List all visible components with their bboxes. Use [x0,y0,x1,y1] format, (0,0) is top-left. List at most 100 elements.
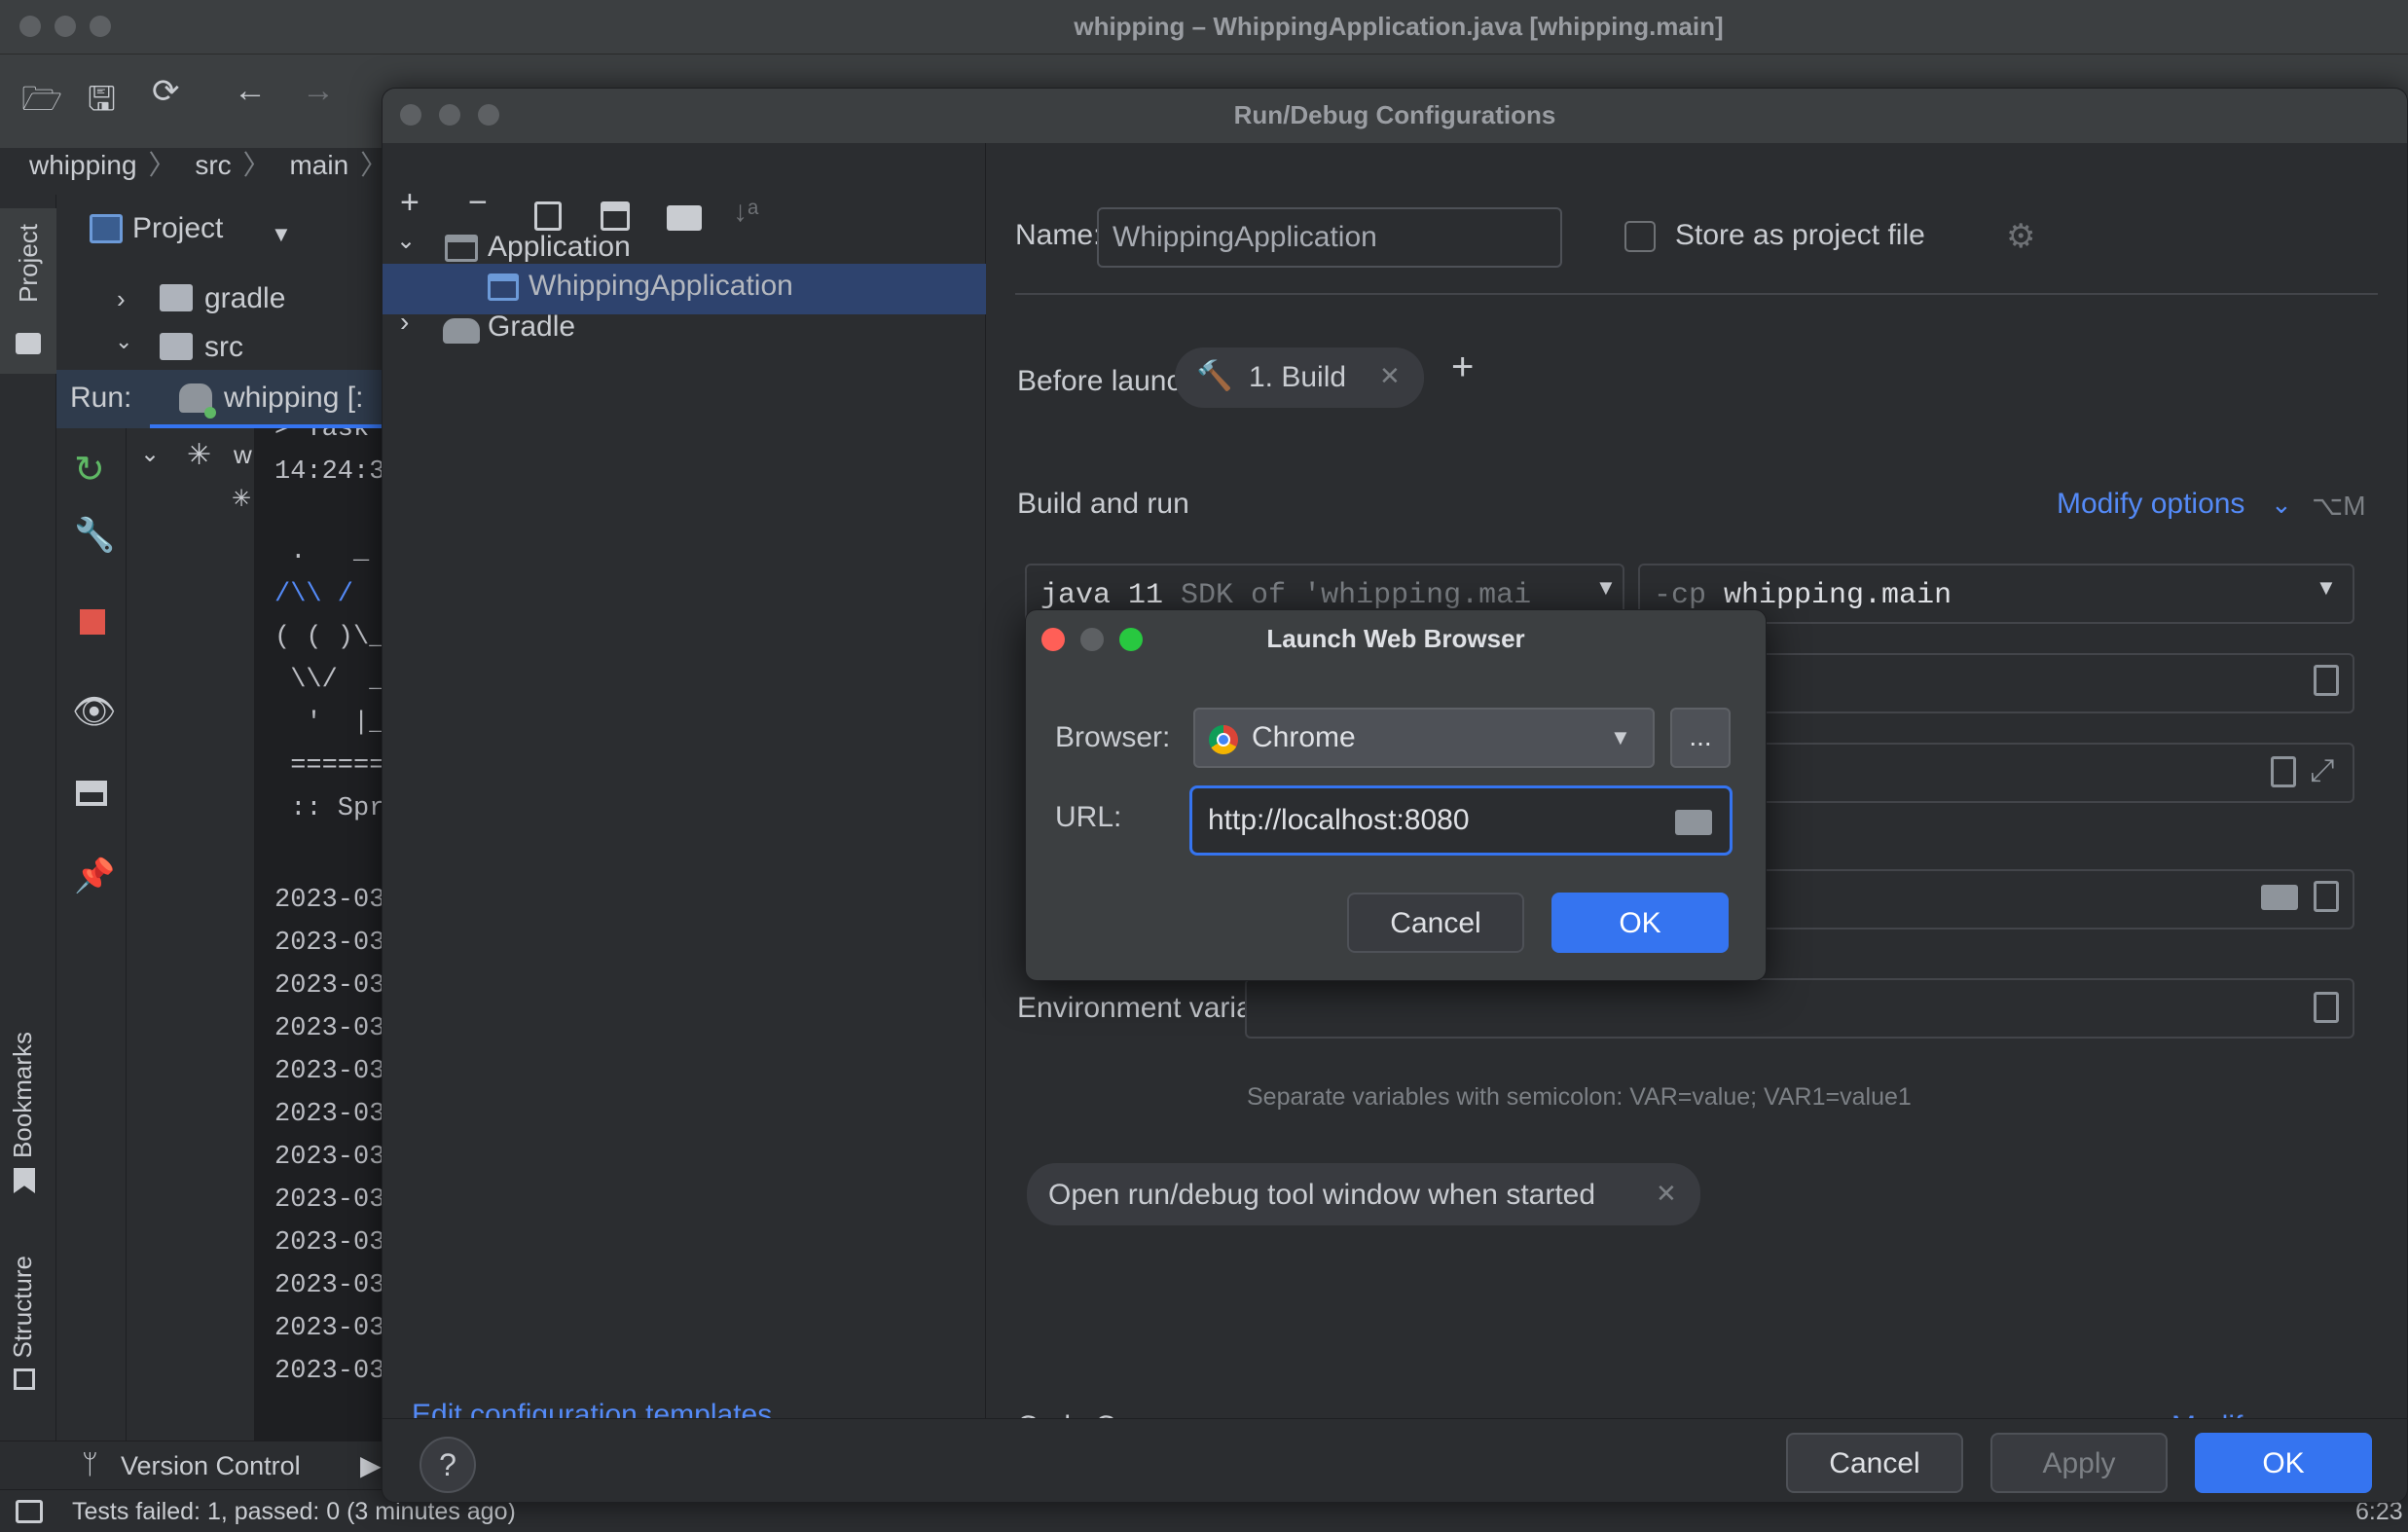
application-icon [445,235,478,262]
browser-select[interactable]: Chrome ▼ [1193,708,1655,768]
tree-item-gradle[interactable]: gradle [204,282,285,315]
back-arrow-icon[interactable]: ← [234,72,267,110]
ok-button[interactable]: OK [2195,1433,2372,1493]
browse-args-icon[interactable] [2271,756,2296,787]
chevron-right-icon[interactable]: › [117,284,126,314]
expand-icon[interactable]: ⤢ [2310,752,2335,789]
modify-options-shortcut: ⌥M [2312,491,2366,521]
chevron-down-icon[interactable]: ⌄ [396,227,416,255]
loading-spinner-icon: ✳ [187,439,212,471]
cp-flag: -cp [1654,579,1707,612]
toggle-tool-windows-icon[interactable] [16,1500,43,1523]
browse-macros-icon[interactable] [2314,881,2339,912]
gear-icon[interactable]: ⚙ [2006,217,2035,256]
tree-item-gradle[interactable]: Gradle [488,310,575,344]
build-and-run-heading: Build and run [1017,488,1189,520]
chevron-down-icon[interactable]: ⌄ [2271,490,2292,520]
project-view-selector[interactable]: Project [132,212,223,245]
chevron-down-icon[interactable]: ▼ [271,222,292,247]
environment-variables-field[interactable] [1245,978,2354,1039]
run-tab-whipping[interactable]: whipping [: [224,382,363,415]
folder-browse-icon[interactable] [1675,810,1712,835]
structure-tool-tab[interactable]: Structure [8,1256,38,1390]
run-tree: ⌄ ✳ w ✳ [127,428,255,1441]
chevron-down-icon: ▼ [1610,725,1631,749]
version-control-tab[interactable]: Version Control [121,1451,301,1481]
url-input[interactable] [1196,792,1663,849]
tree-item-src[interactable]: src [204,331,243,364]
stop-icon[interactable] [80,609,105,635]
chevron-down-icon[interactable]: ▼ [1589,575,1617,601]
console-line: 2023-03 [274,1228,385,1258]
config-label: WhippingApplication [529,270,793,302]
breadcrumb-item[interactable]: whipping [29,150,137,180]
browse-browsers-button[interactable]: ... [1670,708,1731,768]
run-label: Run: [70,382,132,414]
remove-icon[interactable]: − [468,184,488,222]
remove-chip-icon[interactable]: ✕ [1656,1179,1677,1209]
console-line: 2023-03 [274,886,385,915]
console-output[interactable]: > Task 14:24:3 . _ /\\ / ( ( )\_ \\/ _ '… [255,428,391,1441]
remove-chip-icon[interactable]: ✕ [1379,361,1401,391]
console-line: 2023-03 [274,1014,385,1043]
loading-spinner-icon: ✳ [232,486,252,512]
tree-item-whipping-application[interactable]: WhippingApplication [383,264,986,314]
chevron-down-icon[interactable]: ⌄ [140,440,160,468]
cancel-button[interactable]: Cancel [1347,893,1524,953]
browse-class-icon[interactable] [2314,665,2339,696]
console-line: 2023-03 [274,929,385,958]
add-icon[interactable]: + [400,184,420,222]
browser-selected-value: Chrome [1252,721,1356,753]
url-input-focus-ring [1189,785,1733,856]
chevron-down-icon[interactable]: ▼ [2316,575,2337,601]
console-line: ====== [274,751,385,781]
console-line: \\/ _ [274,666,385,695]
bookmarks-tool-tab[interactable]: Bookmarks [8,1032,38,1194]
run-tree-item[interactable]: w [234,440,252,470]
eye-icon[interactable]: 👁 [72,691,117,732]
browser-label: Browser: [1055,721,1171,753]
sync-icon[interactable]: ⟳ [152,72,180,111]
structure-tab-label: Structure [8,1256,37,1359]
tree-item-application[interactable]: Application [488,231,631,264]
project-tool-tab[interactable]: Project [0,208,56,374]
store-as-project-file-checkbox[interactable] [1624,221,1656,252]
wrench-icon[interactable]: 🔧 [74,516,115,555]
edit-env-icon[interactable] [2314,992,2339,1023]
divider [1015,293,2378,295]
run-tab-play-icon[interactable]: ▶ [360,1449,382,1481]
rerun-icon[interactable]: ↻ [74,448,105,492]
modify-options-link[interactable]: Modify options [2057,488,2244,521]
new-folder-icon[interactable] [667,205,702,231]
breadcrumb-item[interactable]: main [289,150,348,180]
chevron-down-icon[interactable]: ⌄ [115,329,132,354]
save-config-icon[interactable] [601,201,630,231]
ide-titlebar: whipping – WhippingApplication.java [whi… [0,0,2408,55]
launch-web-browser-dialog: Launch Web Browser Browser: Chrome ▼ ...… [1025,609,1767,981]
save-icon[interactable]: 🖫 [88,76,116,131]
layout-icon[interactable] [76,781,107,806]
before-launch-build-chip[interactable]: 🔨 1. Build ✕ [1175,347,1424,408]
help-button[interactable]: ? [420,1437,476,1493]
sort-icon[interactable]: ↓ᵃ [733,196,758,229]
cancel-button[interactable]: Cancel [1786,1433,1963,1493]
ok-button[interactable]: OK [1551,893,1729,953]
forward-arrow-icon[interactable]: → [302,72,335,110]
console-line: :: Spr [274,794,385,823]
pin-icon[interactable]: 📌 [74,857,115,895]
console-line: 2023-03 [274,1057,385,1086]
open-folder-icon[interactable]: 🗁 [21,76,62,131]
apply-button[interactable]: Apply [1990,1433,2168,1493]
name-input[interactable] [1097,207,1562,268]
copy-icon[interactable] [534,201,562,231]
bookmarks-tab-label: Bookmarks [8,1032,37,1159]
chevron-right-icon[interactable]: › [400,307,409,338]
console-line: 2023-03 [274,1100,385,1129]
breadcrumb-item[interactable]: src [195,150,231,180]
open-tool-window-chip[interactable]: Open run/debug tool window when started … [1027,1163,1700,1225]
dialog-titlebar: Run/Debug Configurations [383,89,2407,143]
console-line: 2023-03 [274,1185,385,1215]
add-before-launch-icon[interactable]: + [1451,346,1474,389]
name-label: Name: [1015,219,1102,251]
folder-browse-icon[interactable] [2261,885,2298,910]
